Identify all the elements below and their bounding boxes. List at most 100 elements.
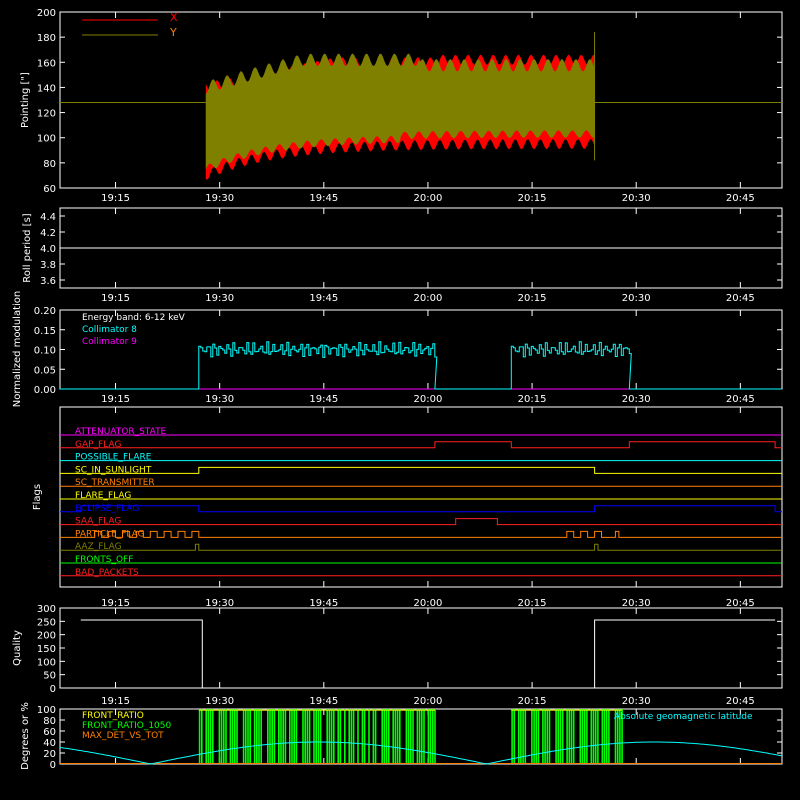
front-ratio-1050-bar	[517, 709, 520, 764]
front-ratio-1050-bar	[608, 709, 610, 764]
y-tick-label: 0.15	[34, 326, 56, 337]
front-ratio-1050-bar	[421, 709, 423, 764]
front-ratio-1050-bar	[511, 709, 513, 764]
y-tick-label: 60	[43, 184, 56, 195]
figure: Pointing ["] 6080100120140160180200 19:1…	[0, 0, 800, 800]
front-ratio-1050-bar	[566, 709, 568, 764]
front-ratio-1050-bar	[388, 709, 390, 764]
front-ratio-1050-bar	[280, 709, 282, 764]
front-ratio-1050-bar	[429, 709, 432, 764]
x-tick-label: 20:30	[622, 193, 651, 204]
front-ratio-1050-bar	[423, 709, 425, 764]
x-tick-label: 19:15	[101, 193, 130, 204]
front-ratio-1050-bar	[412, 709, 414, 764]
y-tick-label: 100	[37, 134, 56, 145]
front-ratio-1050-bar	[583, 709, 586, 764]
front-ratio-1050-bar	[348, 709, 350, 764]
y-tick-label: 250	[37, 617, 56, 628]
front-ratio-1050-bar	[405, 709, 408, 764]
x-tick-label: 19:15	[101, 293, 130, 304]
x-tick-label: 19:15	[101, 696, 130, 707]
x-tick-label: 20:15	[518, 696, 547, 707]
front-ratio-1050-bar	[568, 709, 571, 764]
flag-label: ECLIPSE_FLAG	[75, 504, 139, 514]
y-tick-label: 120	[37, 109, 56, 120]
front-ratio-1050-bar	[592, 709, 595, 764]
flag-label: FRONTS_OFF	[75, 555, 133, 565]
x-tick-label: 20:15	[518, 293, 547, 304]
front-ratio-1050-bar	[209, 709, 212, 764]
front-ratio-1050-bar	[561, 709, 564, 764]
x-tick-label: 20:30	[622, 696, 651, 707]
front-ratio-1050-bar	[207, 709, 210, 764]
front-ratio-1050-bar	[352, 709, 355, 764]
front-ratio-1050-bar	[513, 709, 516, 764]
y-tick-label: 50	[43, 671, 56, 682]
front-ratio-1050-bar	[267, 709, 269, 764]
y-tick-label: 80	[43, 716, 56, 727]
x-tick-label: 19:30	[205, 193, 234, 204]
y-tick-label: 60	[43, 727, 56, 738]
front-ratio-1050-bar	[601, 709, 604, 764]
front-ratio-1050-bar	[225, 709, 227, 764]
front-ratio-1050-bar	[427, 709, 430, 764]
modulation-y-label: Normalized modulation	[12, 291, 23, 408]
front-ratio-1050-bar	[249, 709, 251, 764]
legend-label-front-ratio-1050: FRONT_RATIO_1050	[82, 721, 172, 731]
y-tick-label: 80	[43, 159, 56, 170]
flag-label: POSSIBLE_FLARE	[75, 453, 152, 463]
front-ratio-1050-bar	[212, 709, 214, 764]
front-ratio-1050-bar	[544, 709, 546, 764]
flag-label: GAP_FLAG	[75, 440, 121, 450]
front-ratio-1050-bar	[546, 709, 549, 764]
front-ratio-1050-bar	[581, 709, 584, 764]
front-ratio-1050-bar	[295, 709, 298, 764]
front-ratio-1050-bar	[328, 709, 331, 764]
front-ratio-1050-bar	[432, 709, 434, 764]
front-ratio-1050-bar	[333, 709, 335, 764]
front-ratio-1050-bar	[605, 709, 608, 764]
front-ratio-1050-bar	[361, 709, 364, 764]
x-tick-label: 19:30	[205, 598, 234, 609]
front-ratio-1050-bar	[218, 709, 221, 764]
front-ratio-1050-bar	[372, 709, 375, 764]
legend-label-geomagnetic-latitude: Absolute geomagnetic latitude	[614, 712, 753, 722]
y-tick-label: 40	[43, 738, 56, 749]
y-tick-label: 100	[37, 705, 56, 716]
front-ratio-1050-bar	[394, 709, 397, 764]
front-ratio-1050-bar	[245, 709, 247, 764]
front-ratio-1050-bar	[337, 709, 339, 764]
x-tick-label: 20:30	[622, 394, 651, 405]
front-ratio-1050-bar	[586, 709, 588, 764]
x-tick-label: 20:00	[414, 293, 443, 304]
y-tick-label: 0	[50, 760, 56, 771]
front-ratio-1050-bar	[317, 709, 320, 764]
pointing-y-label: Pointing ["]	[20, 72, 31, 128]
front-ratio-1050-bar	[533, 709, 535, 764]
front-ratio-1050-bar	[579, 709, 582, 764]
front-ratio-1050-bar	[247, 709, 249, 764]
y-tick-label: 180	[37, 33, 56, 44]
front-ratio-1050-bar	[344, 709, 346, 764]
x-tick-label: 19:45	[309, 696, 338, 707]
front-ratio-1050-bar	[392, 709, 394, 764]
y-tick-label: 0	[50, 684, 56, 695]
y-tick-label: 200	[37, 8, 56, 19]
flag-label: ATTENUATOR_STATE	[75, 427, 167, 437]
y-tick-label: 160	[37, 58, 56, 69]
x-tick-label: 19:30	[205, 293, 234, 304]
x-tick-label: 19:45	[309, 394, 338, 405]
flag-label: PARTICLE_FLAG	[75, 529, 145, 539]
front-ratio-1050-bar	[597, 709, 599, 764]
front-ratio-1050-bar	[223, 709, 225, 764]
legend-label-x: X	[170, 11, 178, 24]
flag-label: FLARE_FLAG	[75, 491, 131, 501]
front-ratio-1050-bar	[396, 709, 399, 764]
y-tick-label: 300	[37, 604, 56, 615]
x-tick-label: 20:15	[518, 598, 547, 609]
x-tick-label: 20:15	[518, 193, 547, 204]
front-ratio-1050-bar	[572, 709, 575, 764]
front-ratio-1050-bar	[603, 709, 606, 764]
front-ratio-1050-bar	[236, 709, 238, 764]
front-ratio-1050-bar	[319, 709, 322, 764]
